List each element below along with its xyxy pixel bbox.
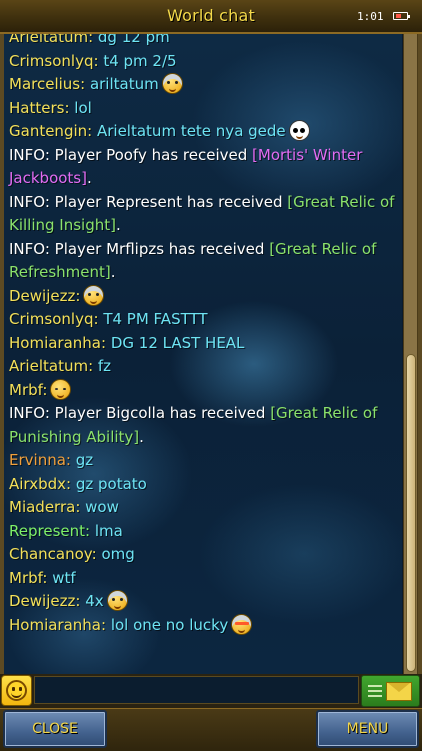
shocked-viking-emoji-icon — [106, 590, 128, 611]
send-message-button[interactable] — [361, 675, 420, 707]
info-label: INFO: — [9, 239, 50, 258]
chat-input[interactable] — [34, 676, 359, 704]
title-bar: World chat 1:01 — [0, 0, 422, 34]
scrollbar-thumb[interactable] — [406, 354, 416, 672]
chat-message[interactable]: Crimsonlyq: T4 PM FASTTT — [9, 308, 402, 332]
speed-lines-icon — [368, 685, 382, 697]
chat-message-info[interactable]: INFO: Player Represent has received [Gre… — [9, 191, 402, 238]
viking-emoji-icon — [83, 284, 105, 306]
chat-message[interactable]: Mrbf: wtf — [9, 567, 402, 591]
message-text: Player Bigcolla has received — [54, 404, 266, 422]
message-text: fz — [97, 357, 112, 375]
message-text: gz — [75, 451, 94, 469]
message-text: Arieltatum tete nya gede — [96, 122, 286, 140]
message-text: wow — [85, 498, 119, 516]
message-text: gz potato — [75, 474, 147, 493]
message-text: t4 pm 2/5 — [103, 51, 177, 70]
chat-message[interactable]: Gantengin: Arieltatum tete nya gede — [9, 120, 402, 144]
chat-message[interactable]: Hatters: lol — [9, 97, 402, 121]
player-name[interactable]: Mrbf: — [9, 381, 47, 399]
player-name[interactable]: Dewijezz: — [9, 287, 80, 305]
player-name[interactable]: Miaderra: — [9, 498, 80, 516]
message-end: . — [115, 216, 121, 234]
envelope-icon — [386, 682, 412, 701]
message-text: dg 12 pm — [97, 34, 170, 46]
player-name[interactable]: Crimsonlyq: — [9, 52, 99, 70]
chat-message[interactable]: Ervinna: gz — [9, 449, 402, 473]
chat-messages: Arieltatum: dg 12 pm Crimsonlyq: t4 pm 2… — [4, 34, 402, 638]
chat-message-info[interactable]: INFO: Player Bigcolla has received [Grea… — [9, 402, 402, 449]
chat-log[interactable]: Arieltatum: dg 12 pm Crimsonlyq: t4 pm 2… — [4, 34, 402, 674]
message-text: T4 PM FASTTT — [103, 310, 208, 328]
message-text: Player Mrflipzs has received — [54, 239, 265, 258]
chat-message[interactable]: Arieltatum: fz — [9, 355, 402, 379]
close-button[interactable]: CLOSE — [3, 710, 107, 748]
cool-viking-emoji-icon — [231, 613, 253, 635]
chat-message[interactable]: Mrbf: — [9, 378, 402, 403]
smiley-icon — [6, 680, 27, 701]
menu-button[interactable]: MENU — [316, 710, 419, 748]
player-name[interactable]: Gantengin: — [9, 122, 92, 140]
player-name[interactable]: Homiaranha: — [9, 616, 106, 634]
player-name[interactable]: Airxbdx: — [9, 475, 71, 493]
message-end: . — [86, 169, 92, 187]
chat-message[interactable]: Represent: lma — [9, 520, 402, 544]
message-text: lma — [94, 521, 123, 540]
chat-message[interactable]: Homiaranha: lol one no lucky — [9, 613, 402, 638]
chat-message-info[interactable]: INFO: Player Poofy has received [Mortis'… — [9, 144, 402, 191]
player-name[interactable]: Arieltatum: — [9, 357, 93, 375]
bottom-bar: CLOSE MENU — [0, 708, 422, 751]
message-text: lol — [74, 98, 92, 117]
chat-input-row — [0, 674, 422, 708]
player-name[interactable]: Represent: — [9, 522, 90, 540]
chat-frame-right — [418, 34, 422, 674]
player-name[interactable]: Mrbf: — [9, 569, 47, 587]
chat-message-info[interactable]: INFO: Player Mrflipzs has received [Grea… — [9, 238, 402, 285]
chat-message[interactable]: Dewijezz: — [9, 284, 402, 309]
sleeping-emoji-icon — [50, 378, 72, 400]
battery-icon — [393, 12, 410, 20]
player-name[interactable]: Arieltatum: — [9, 34, 93, 46]
player-name[interactable]: Hatters: — [9, 99, 70, 117]
info-label: INFO: — [9, 145, 50, 164]
info-label: INFO: — [9, 192, 50, 211]
player-name[interactable]: Marcelius: — [9, 75, 85, 93]
chat-message[interactable]: Dewijezz: 4x — [9, 590, 402, 614]
chat-message[interactable]: Homiaranha: DG 12 LAST HEAL — [9, 332, 402, 356]
panda-emoji-icon — [288, 120, 310, 141]
chat-message[interactable]: Marcelius: ariltatum — [9, 73, 402, 97]
message-text: ariltatum — [89, 75, 159, 93]
message-text: 4x — [85, 592, 104, 610]
chat-message[interactable]: Airxbdx: gz potato — [9, 473, 402, 497]
chat-message[interactable]: Arieltatum: dg 12 pm — [9, 34, 402, 50]
message-end: . — [139, 427, 144, 446]
status-clock: 1:01 — [357, 10, 384, 23]
message-text: Player Represent has received — [54, 192, 283, 211]
message-text: DG 12 LAST HEAL — [110, 333, 245, 352]
shocked-viking-emoji-icon — [161, 73, 183, 94]
message-text: wtf — [52, 568, 76, 587]
player-name[interactable]: Chancanoy: — [9, 545, 97, 563]
player-name[interactable]: Dewijezz: — [9, 592, 80, 610]
chat-message[interactable]: Chancanoy: omg — [9, 543, 402, 567]
player-name[interactable]: Crimsonlyq: — [9, 310, 99, 328]
message-text: omg — [101, 545, 135, 563]
chat-message-selected[interactable]: Miaderra: wow — [4, 496, 402, 520]
player-name[interactable]: Ervinna: — [9, 451, 71, 469]
player-name[interactable]: Homiaranha: — [9, 334, 106, 352]
message-end: . — [110, 263, 116, 281]
chat-message[interactable]: Crimsonlyq: t4 pm 2/5 — [9, 50, 402, 74]
chat-scrollbar[interactable] — [403, 34, 418, 674]
message-text: lol one no lucky — [110, 615, 229, 634]
info-label: INFO: — [9, 404, 50, 422]
message-text: Player Poofy has received — [54, 145, 248, 164]
emoji-button[interactable] — [1, 675, 32, 706]
